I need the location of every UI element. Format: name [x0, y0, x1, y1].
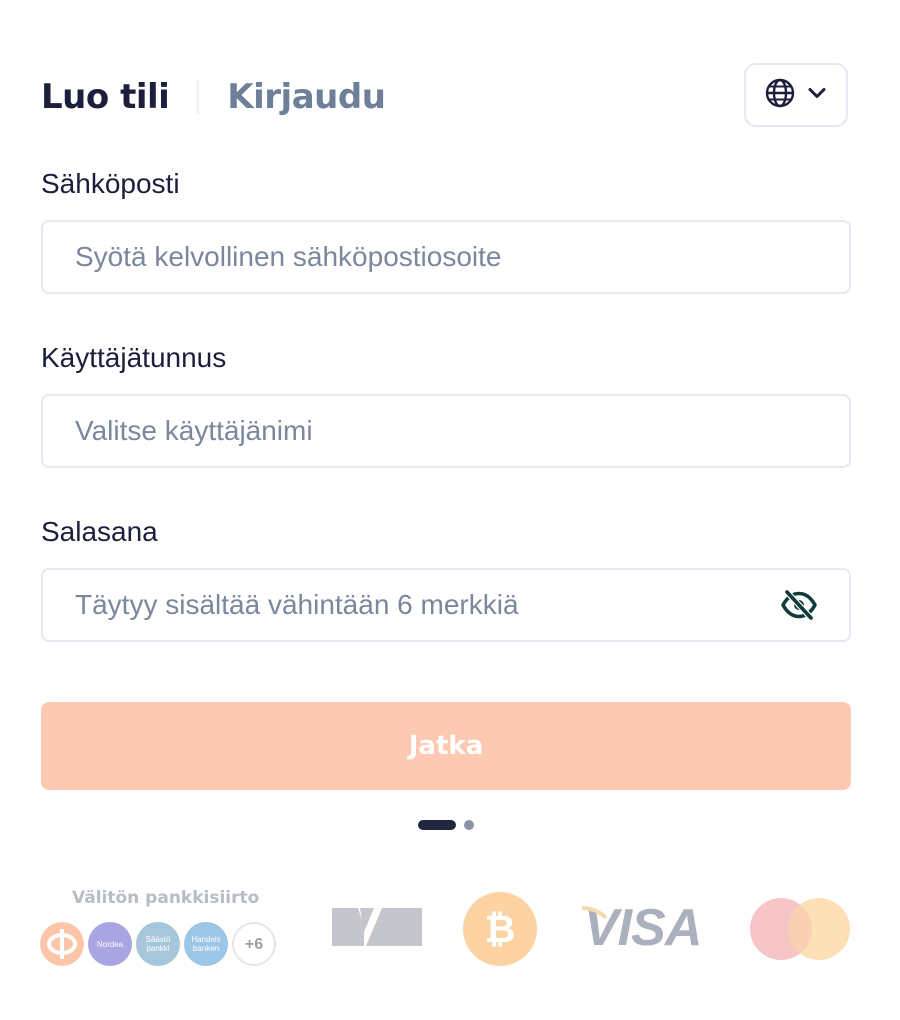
more-banks-badge: +6	[232, 922, 276, 966]
visa-flag-icon	[581, 906, 608, 920]
tab-register[interactable]: Luo tili	[41, 77, 170, 117]
nordea-logo-icon: Nordea	[88, 922, 132, 966]
email-label: Sähköposti	[41, 168, 180, 199]
bank-logos: Nordea Säästö pankki Handels banken +6	[40, 922, 276, 966]
instant-bank-transfer-label: Välitön pankkisiirto	[72, 888, 260, 908]
signup-panel: Luo tili Kirjaudu Sähköposti Käyttäjätun…	[0, 0, 900, 1020]
username-field-wrapper	[41, 394, 851, 468]
username-label: Käyttäjätunnus	[41, 342, 227, 373]
language-selector-button[interactable]	[744, 63, 848, 127]
auth-tabs: Luo tili Kirjaudu	[41, 72, 386, 122]
globe-icon	[764, 77, 796, 114]
email-field[interactable]	[73, 240, 819, 274]
email-field-wrapper	[41, 220, 851, 294]
savings-bank-logo-icon: Säästö pankki	[136, 922, 180, 966]
mastercard-logo-icon	[750, 898, 850, 960]
handelsbanken-logo-icon: Handels banken	[184, 922, 228, 966]
password-field-wrapper	[41, 568, 851, 642]
password-field[interactable]	[73, 588, 779, 622]
muchbetter-logo-icon	[332, 908, 422, 946]
svg-text:₿: ₿	[485, 907, 516, 951]
password-label: Salasana	[41, 516, 158, 547]
bitcoin-logo-icon: ₿	[463, 892, 537, 966]
eye-off-icon[interactable]	[779, 585, 819, 625]
tab-divider	[197, 80, 200, 114]
step-indicator	[418, 820, 474, 830]
step-dot	[464, 820, 474, 830]
username-field[interactable]	[73, 414, 819, 448]
tab-login[interactable]: Kirjaudu	[227, 77, 386, 117]
continue-button[interactable]: Jatka	[41, 702, 851, 790]
op-bank-logo-icon	[40, 922, 84, 966]
step-dot-active	[418, 820, 456, 830]
chevron-down-icon	[806, 82, 828, 109]
